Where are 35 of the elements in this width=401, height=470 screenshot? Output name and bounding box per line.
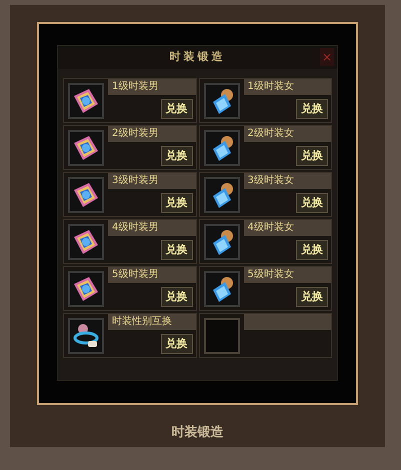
item-slot[interactable]	[204, 82, 240, 118]
exchange-button[interactable]: 兑换	[296, 193, 328, 213]
exchange-button[interactable]: 兑换	[296, 99, 328, 119]
item-slot[interactable]	[68, 270, 104, 306]
item-slot[interactable]	[68, 224, 104, 260]
exchange-button[interactable]: 兑换	[296, 287, 328, 307]
item-name: 4级时装男	[112, 222, 158, 233]
item-name: 1级时装男	[112, 81, 158, 92]
item-slot[interactable]	[68, 82, 104, 118]
item-slot[interactable]	[68, 318, 104, 354]
dialog-title: 时装锻造	[170, 49, 226, 66]
exchange-button[interactable]: 兑换	[296, 146, 328, 166]
exchange-button[interactable]: 兑换	[160, 240, 192, 260]
item-slot[interactable]	[204, 224, 240, 260]
item-name: 3级时装女	[248, 175, 294, 186]
item-name: 时装性别互换	[112, 316, 172, 327]
item-slot[interactable]	[68, 176, 104, 212]
exchange-button[interactable]: 兑换	[160, 193, 192, 213]
panel-caption: 时装锻造	[172, 424, 224, 442]
exchange-button[interactable]: 兑换	[160, 334, 192, 354]
item-slot[interactable]	[68, 130, 104, 166]
item-name: 1级时装女	[248, 81, 294, 92]
item-name: 2级时装女	[248, 128, 294, 139]
item-name: 3级时装男	[112, 175, 158, 186]
exchange-button[interactable]: 兑换	[296, 240, 328, 260]
item-name: 5级时装男	[112, 269, 158, 280]
item-slot[interactable]	[204, 130, 240, 166]
exchange-button[interactable]: 兑换	[160, 287, 192, 307]
item-name: 2级时装男	[112, 128, 158, 139]
exchange-button[interactable]: 兑换	[160, 99, 192, 119]
item-name: 5级时装女	[248, 269, 294, 280]
item-slot[interactable]	[204, 176, 240, 212]
exchange-button[interactable]: 兑换	[160, 146, 192, 166]
item-slot[interactable]	[204, 270, 240, 306]
item-name: 4级时装女	[248, 222, 294, 233]
